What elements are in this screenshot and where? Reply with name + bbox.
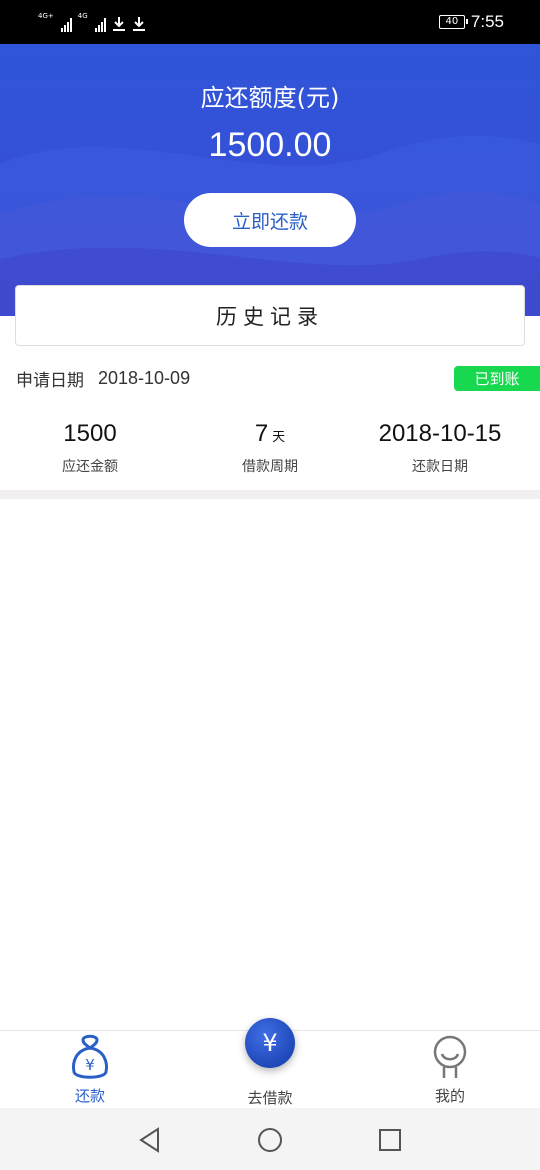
repay-hero: 应还额度(元) 1500.00 立即还款 <box>0 44 540 316</box>
person-icon <box>433 1035 467 1078</box>
back-icon[interactable] <box>136 1126 164 1154</box>
loan-period-label: 借款周期 <box>242 459 298 475</box>
due-date-label: 还款日期 <box>412 459 468 475</box>
apply-date-value: 2018-10-09 <box>98 368 191 388</box>
due-date-value: 2018-10-15 <box>378 420 502 447</box>
loan-period-value: 7 <box>254 420 269 447</box>
status-left: 4G+ 4G <box>38 12 146 32</box>
repay-amount-stat: 1500 应还金额 <box>0 420 180 476</box>
network-type-2: 4G <box>77 12 88 20</box>
tab-borrow-label: 去借款 <box>247 1089 293 1107</box>
section-divider <box>0 490 540 499</box>
due-amount-value: 1500.00 <box>208 126 332 164</box>
system-nav-bar <box>0 1108 540 1170</box>
svg-text:¥: ¥ <box>85 1056 95 1074</box>
download-icon <box>112 17 125 31</box>
status-badge: 已到账 <box>454 366 540 391</box>
apply-date-label: 申请日期 <box>16 371 84 391</box>
repay-amount-label: 应还金额 <box>62 459 118 475</box>
history-records-header[interactable]: 历史记录 <box>15 285 525 346</box>
loan-period-value-row: 7天 <box>180 420 360 450</box>
tab-mine-label: 我的 <box>434 1087 465 1105</box>
repay-amount-value: 1500 <box>63 420 117 447</box>
signal-icon <box>94 18 106 32</box>
due-date-stat: 2018-10-15 还款日期 <box>350 420 530 476</box>
download-icon <box>132 17 145 31</box>
battery-icon: 40 <box>438 15 468 29</box>
apply-date-row: 申请日期 2018-10-09 <box>16 366 190 391</box>
repay-now-button[interactable]: 立即还款 <box>184 193 356 247</box>
due-amount-title: 应还额度(元) <box>200 84 340 112</box>
yuan-coin-icon[interactable]: ¥ <box>245 1018 295 1068</box>
tab-repay[interactable]: ¥ 还款 <box>30 1031 150 1109</box>
home-icon[interactable] <box>256 1126 284 1154</box>
money-bag-icon: ¥ <box>72 1034 108 1079</box>
tab-mine[interactable]: 我的 <box>390 1031 510 1109</box>
status-bar: 4G+ 4G 40 7:55 <box>0 0 540 44</box>
tab-repay-label: 还款 <box>74 1087 105 1105</box>
status-right: 40 7:55 <box>438 12 504 32</box>
clock: 7:55 <box>470 12 504 31</box>
loan-period-unit: 天 <box>272 429 286 444</box>
network-type-1: 4G+ <box>38 12 54 20</box>
recents-icon[interactable] <box>376 1126 404 1154</box>
signal-icon <box>60 18 72 32</box>
loan-period-stat: 7天 借款周期 <box>180 420 360 476</box>
